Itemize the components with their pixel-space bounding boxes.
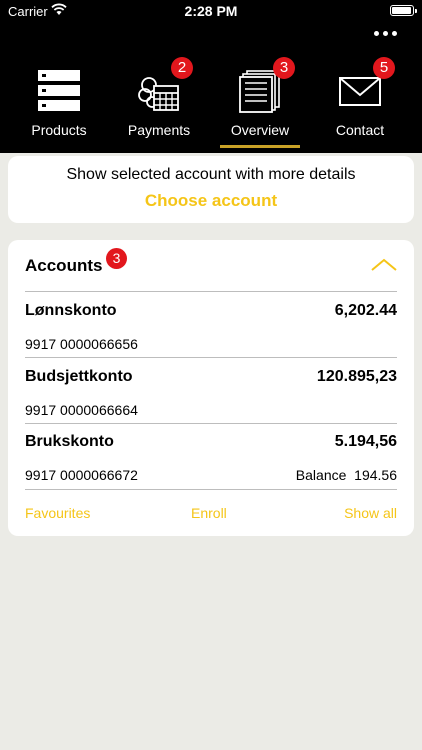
account-number: 9917 0000066672 [25,467,138,483]
account-number: 9917 0000066656 [25,336,138,352]
show-all-link[interactable]: Show all [344,505,397,521]
favourites-link[interactable]: Favourites [25,505,90,521]
account-name: Brukskonto [25,433,114,450]
account-amount: 5.194,56 [334,433,397,450]
divider [25,291,397,292]
account-name: Lønnskonto [25,302,117,319]
tab-overview-label: Overview [230,122,290,138]
chevron-up-icon[interactable] [370,256,398,272]
choose-account-title: Show selected account with more details [66,166,356,183]
accounts-card: Accounts 3 Lønnskonto 6,202.44 9917 0000… [8,240,414,536]
enroll-link[interactable]: Enroll [191,505,227,521]
divider [25,423,397,424]
divider [25,489,397,490]
active-tab-indicator [220,145,300,148]
account-amount: 120.895,23 [316,368,397,385]
tab-products-label: Products [31,122,87,138]
tab-payments-label: Payments [127,122,191,138]
account-row-brukskonto[interactable]: Brukskonto 5.194,56 9917 0000066672 Bala… [8,433,414,497]
accounts-badge: 3 [106,248,127,269]
battery-icon [390,5,417,16]
clock: 2:28 PM [184,3,238,19]
more-options-button[interactable] [373,26,397,40]
tab-products[interactable]: Products [9,56,109,153]
balance-label: Balance [295,467,347,483]
tab-overview[interactable]: 3 Overview [210,56,310,153]
accounts-title: Accounts [25,256,103,275]
choose-account-card: Show selected account with more details … [8,156,414,223]
overview-badge: 3 [273,57,295,79]
choose-account-button[interactable]: Choose account [8,191,414,211]
contact-badge: 5 [373,57,395,79]
payments-badge: 2 [171,57,193,79]
server-stack-icon [38,70,80,111]
account-balance: Balance 194.56 [296,467,397,483]
tab-contact[interactable]: 5 Contact [310,56,410,153]
status-bar: Carrier 2:28 PM [0,0,422,22]
tab-contact-label: Contact [335,122,385,138]
account-amount: 6,202.44 [334,302,397,319]
app-header: Carrier 2:28 PM Products 2 Payments 3 Ov… [0,0,422,153]
divider [25,357,397,358]
account-name: Budsjettkonto [25,368,133,385]
tab-payments[interactable]: 2 Payments [109,56,209,153]
balance-value: 194.56 [354,467,397,483]
account-number: 9917 0000066664 [25,402,138,418]
